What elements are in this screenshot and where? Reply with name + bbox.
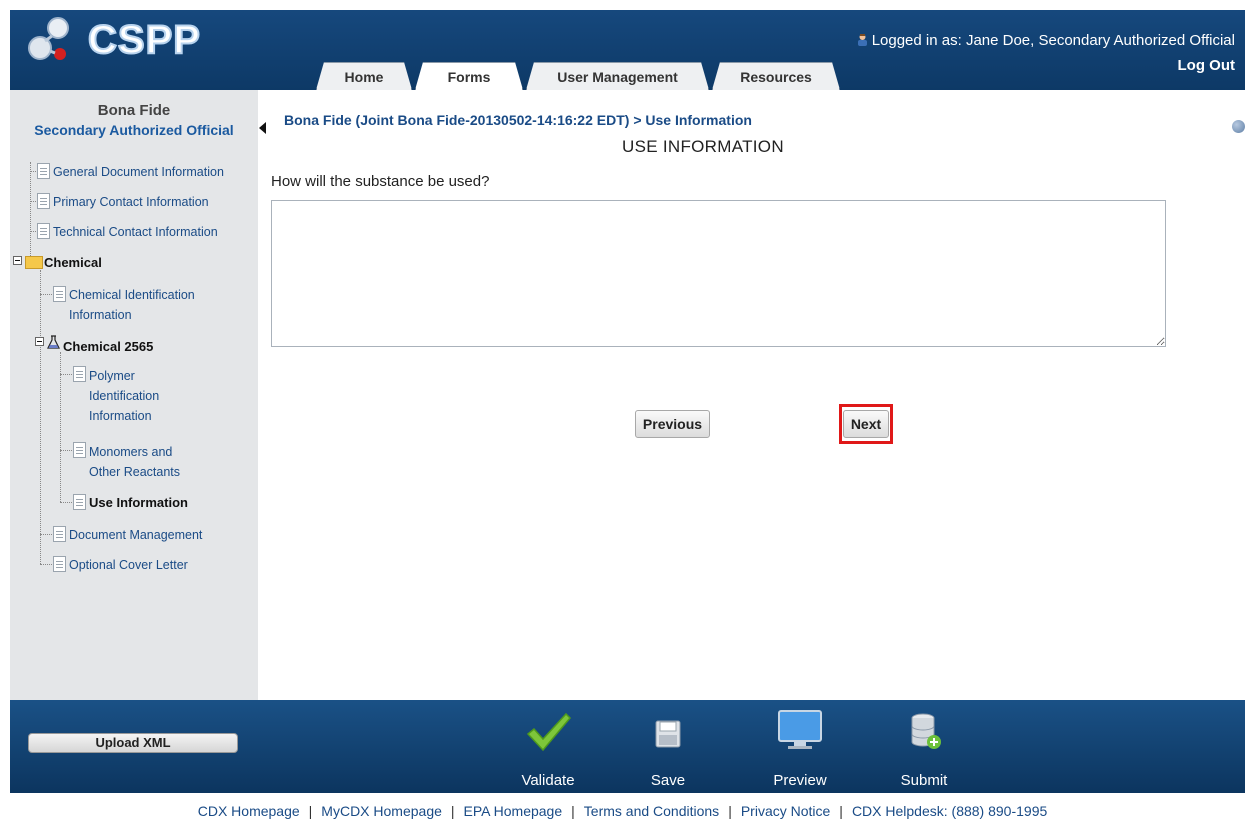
link-cdx-homepage[interactable]: CDX Homepage	[198, 803, 300, 819]
tab-home[interactable]: Home	[316, 62, 412, 90]
cspp-logo: CSPP	[24, 14, 224, 68]
help-icon[interactable]	[1232, 120, 1245, 133]
tree-connector	[60, 450, 74, 451]
sidebar: Bona Fide Secondary Authorized Official …	[10, 90, 258, 700]
link-separator: |	[728, 803, 732, 819]
tree-connector	[60, 502, 74, 503]
tree-connector	[40, 534, 54, 535]
tree-connector	[60, 374, 74, 375]
use-information-textarea[interactable]	[271, 200, 1166, 347]
logo-text: CSPP	[87, 17, 201, 63]
sidebar-item-optional-cover-letter[interactable]: Optional Cover Letter	[69, 557, 188, 573]
link-separator: |	[571, 803, 575, 819]
submit-label: Submit	[900, 772, 948, 789]
preview-button[interactable]: Preview	[760, 708, 840, 792]
tree-connector	[40, 294, 54, 295]
validate-label: Validate	[521, 772, 575, 789]
sidebar-item-label: Monomers and	[89, 445, 173, 459]
breadcrumb: Bona Fide (Joint Bona Fide-20130502-14:1…	[284, 112, 752, 128]
tab-forms[interactable]: Forms	[415, 62, 523, 90]
tree-connector	[30, 162, 31, 256]
use-question-label: How will the substance be used?	[271, 173, 490, 190]
collapse-sidebar-icon[interactable]	[259, 122, 266, 134]
tab-resources[interactable]: Resources	[712, 62, 840, 90]
logout-link[interactable]: Log Out	[1178, 57, 1235, 74]
document-icon	[53, 556, 66, 572]
sidebar-item-chemical-identification[interactable]: Chemical Identification Information	[69, 287, 195, 323]
document-icon	[73, 442, 86, 458]
link-separator: |	[839, 803, 843, 819]
document-icon	[73, 494, 86, 510]
sidebar-item-label: Polymer	[89, 369, 135, 383]
link-separator: |	[308, 803, 313, 819]
database-add-icon	[911, 713, 941, 749]
save-label: Save	[650, 772, 686, 789]
molecule-icon	[28, 17, 69, 60]
sidebar-item-label: Other Reactants	[89, 465, 181, 479]
save-icon	[655, 720, 681, 748]
sidebar-item-polymer-identification[interactable]: Polymer Identification Information	[89, 368, 159, 424]
sidebar-subtitle: Secondary Authorized Official	[34, 122, 234, 138]
checkmark-icon	[526, 712, 572, 752]
link-mycdx-homepage[interactable]: MyCDX Homepage	[321, 803, 442, 819]
link-epa-homepage[interactable]: EPA Homepage	[464, 803, 563, 819]
tab-user-management[interactable]: User Management	[526, 62, 709, 90]
logged-in-user: Jane Doe, Secondary Authorized Official	[965, 32, 1235, 49]
link-helpdesk[interactable]: CDX Helpdesk: (888) 890-1995	[852, 803, 1047, 819]
page-title: USE INFORMATION	[622, 137, 784, 156]
link-terms[interactable]: Terms and Conditions	[584, 803, 719, 819]
sidebar-item-use-information[interactable]: Use Information	[89, 495, 188, 511]
tree-connector	[40, 564, 54, 565]
sidebar-item-label: Information	[69, 308, 132, 322]
sidebar-item-primary-contact[interactable]: Primary Contact Information	[53, 194, 209, 210]
save-button[interactable]: Save	[640, 708, 696, 792]
document-icon	[37, 193, 50, 209]
user-icon	[857, 34, 867, 46]
login-info: Logged in as: Jane Doe, Secondary Author…	[856, 32, 1235, 49]
collapse-chemical-icon[interactable]	[13, 256, 22, 265]
sidebar-item-chemical-2565[interactable]: Chemical 2565	[63, 339, 153, 355]
sidebar-item-label: Chemical Identification	[69, 288, 195, 302]
validate-button[interactable]: Validate	[508, 708, 588, 792]
document-icon	[73, 366, 86, 382]
collapse-chemical-2565-icon[interactable]	[35, 337, 44, 346]
sidebar-item-monomers[interactable]: Monomers and Other Reactants	[89, 444, 180, 480]
tree-connector	[40, 270, 41, 564]
submit-button[interactable]: Submit	[892, 708, 956, 792]
upload-xml-button[interactable]: Upload XML	[28, 733, 238, 753]
sidebar-title: Bona Fide	[97, 102, 171, 119]
flask-icon	[47, 335, 60, 349]
sidebar-item-document-management[interactable]: Document Management	[69, 527, 202, 543]
app-header: CSPP Logged in as: Jane Doe, Secondary A…	[10, 10, 1245, 90]
document-icon	[37, 223, 50, 239]
sidebar-item-label: Information	[89, 409, 152, 423]
sidebar-item-technical-contact[interactable]: Technical Contact Information	[53, 224, 218, 240]
sidebar-item-general-document[interactable]: General Document Information	[53, 164, 224, 180]
document-icon	[37, 163, 50, 179]
folder-icon	[25, 256, 43, 269]
logged-in-prefix: Logged in as:	[871, 32, 962, 49]
document-icon	[53, 526, 66, 542]
link-separator: |	[450, 803, 455, 819]
document-icon	[53, 286, 66, 302]
sidebar-item-chemical[interactable]: Chemical	[44, 255, 102, 271]
link-privacy[interactable]: Privacy Notice	[741, 803, 830, 819]
previous-button[interactable]: Previous	[635, 410, 710, 438]
monitor-icon	[778, 710, 822, 749]
footer-links: CDX Homepage | MyCDX Homepage | EPA Homepage…	[0, 803, 1245, 824]
next-button[interactable]: Next	[843, 410, 889, 438]
preview-label: Preview	[773, 772, 827, 789]
sidebar-item-label: Identification	[89, 389, 160, 403]
